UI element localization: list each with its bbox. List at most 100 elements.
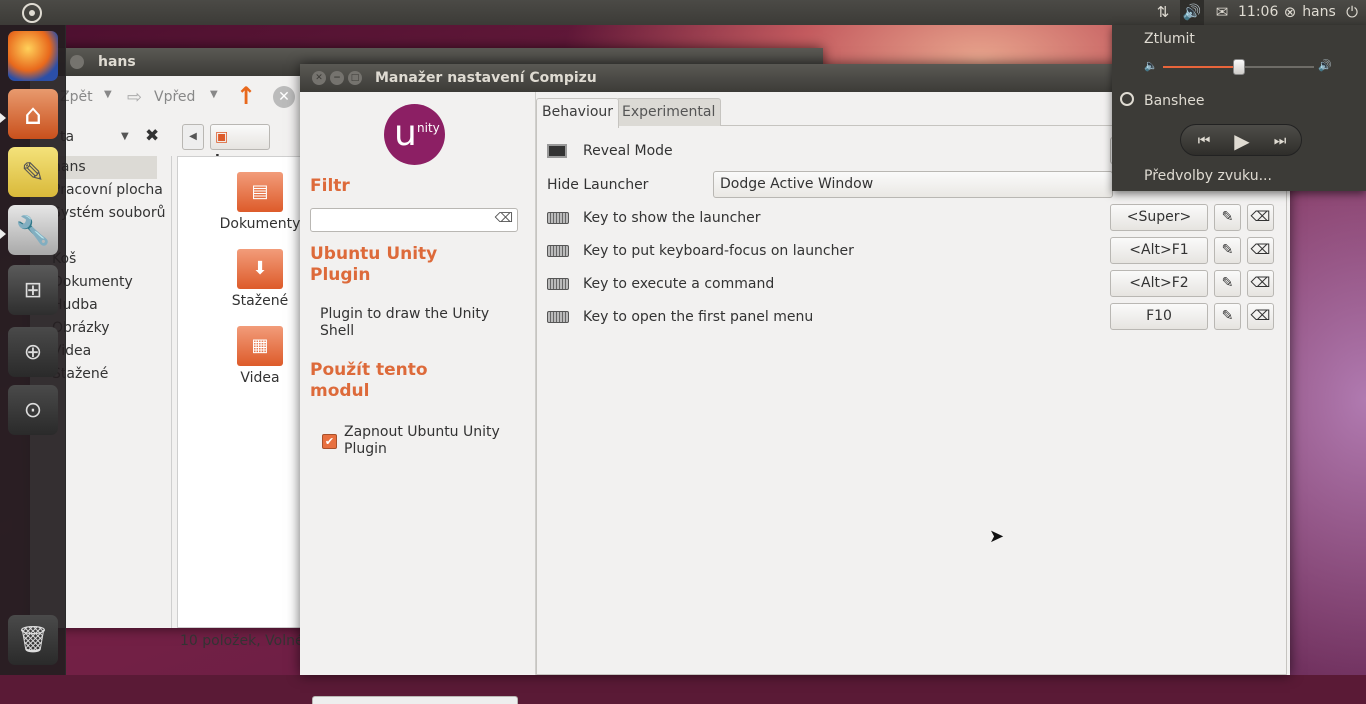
volume-slider-handle[interactable] — [1232, 59, 1245, 75]
forward-button[interactable]: Vpřed — [154, 89, 195, 105]
previous-track-icon[interactable]: ⏮ — [1187, 125, 1221, 157]
sidebar-item[interactable]: Koš — [52, 248, 157, 271]
volume-slider-fill — [1163, 66, 1239, 68]
sidebar-item[interactable]: t — [52, 225, 157, 248]
minimize-button[interactable]: − — [330, 71, 344, 85]
keyboard-focus-key-button[interactable]: <Alt>F1 — [1110, 237, 1208, 264]
tab-behaviour[interactable]: Behaviour — [536, 98, 620, 128]
edit-pencil-icon[interactable]: ✎ — [1214, 303, 1241, 330]
location-left-icon[interactable]: ◀ — [182, 124, 204, 150]
forward-dropdown-icon[interactable]: ▼ — [210, 89, 218, 100]
workspace-switcher-icon[interactable]: ⊞ — [8, 265, 58, 315]
text-editor-icon[interactable]: ✎ — [8, 147, 58, 197]
setting-label: Reveal Mode — [583, 143, 673, 159]
edit-pencil-icon[interactable]: ✎ — [1214, 204, 1241, 231]
location-button[interactable]: ▣ hans — [210, 124, 270, 169]
zoom-fit-icon[interactable]: ⊙ — [8, 385, 58, 435]
launcher: ⌂ ✎ 🔧 ⊞ ⊕ ⊙ 🗑 — [0, 25, 66, 675]
forward-arrow-icon[interactable]: ⇨ — [127, 87, 142, 108]
sidebar-item[interactable]: Pracovní plocha — [52, 179, 163, 202]
first-panel-menu-key-button[interactable]: F10 — [1110, 303, 1208, 330]
sidebar-item[interactable]: hans — [52, 156, 157, 179]
folder-downloads-icon: ⬇ — [237, 249, 283, 289]
setting-label: Key to put keyboard-focus on launcher — [583, 243, 854, 259]
setting-label: Key to execute a command — [583, 276, 775, 292]
setting-row-execute-command: Key to execute a command — [547, 269, 774, 299]
edit-pencil-icon[interactable]: ✎ — [1214, 237, 1241, 264]
settings-manager-icon[interactable]: 🔧 — [8, 205, 58, 255]
volume-slider[interactable] — [1163, 59, 1314, 75]
banshee-icon — [1120, 92, 1134, 106]
tab-experimental[interactable]: Experimental — [616, 98, 722, 126]
clear-shortcut-icon[interactable]: ⌫ — [1247, 204, 1274, 231]
network-icon[interactable]: ⇅ — [1152, 0, 1174, 25]
monitor-icon — [547, 144, 567, 158]
file-item[interactable]: ⬇ Stažené — [210, 249, 310, 309]
clear-shortcut-icon[interactable]: ⌫ — [1247, 270, 1274, 297]
running-indicator — [0, 229, 6, 239]
sidebar: hans Pracovní plocha Systém souborů t Ko… — [52, 156, 165, 628]
plugin-heading: Ubuntu Unity Plugin — [310, 244, 438, 285]
setting-row-reveal-mode: Reveal Mode — [547, 136, 673, 166]
running-indicator — [0, 113, 6, 123]
folder-documents-icon: ▤ — [237, 172, 283, 212]
close-button[interactable]: ✕ — [312, 71, 326, 85]
sidebar-item[interactable]: Dokumenty — [52, 271, 157, 294]
top-panel: ⇅ 🔊 ✉ 11:06 ⊗ hans ⏻ — [0, 0, 1366, 25]
file-item[interactable]: ▦ Videa — [210, 326, 310, 386]
stop-icon[interactable]: ✕ — [273, 86, 295, 108]
trash-icon[interactable]: 🗑 — [8, 615, 58, 665]
setting-row-first-panel-menu: Key to open the first panel menu — [547, 302, 813, 332]
status-bar: 10 položek, Volné — [180, 633, 304, 649]
home-folder-launcher-icon[interactable]: ⌂ — [8, 89, 58, 139]
sound-menu: Ztlumit 🔈 🔊 Banshee ⏮ ▶ ⏭ Předvolby zvuk… — [1112, 25, 1366, 191]
clear-filter-icon[interactable]: ⌫ — [495, 211, 513, 226]
status-offline-icon: ⊗ — [1283, 3, 1297, 21]
enable-plugin-checkbox[interactable]: ✔ — [322, 434, 337, 449]
hide-launcher-select[interactable]: Dodge Active Window — [713, 171, 1113, 198]
sound-icon[interactable]: 🔊 — [1180, 0, 1204, 25]
close-sidebar-icon[interactable]: ✖ — [145, 126, 159, 146]
setting-label: Key to show the launcher — [583, 210, 761, 226]
home-folder-icon: ▣ — [215, 129, 229, 145]
show-launcher-key-button[interactable]: <Super> — [1110, 204, 1208, 231]
file-item[interactable]: ▤ Dokumenty — [210, 172, 310, 232]
next-track-icon[interactable]: ⏭ — [1263, 125, 1297, 157]
maximize-button[interactable]: □ — [348, 71, 362, 85]
setting-label: Key to open the first panel menu — [583, 309, 814, 325]
play-icon[interactable]: ▶ — [1225, 125, 1259, 157]
places-dropdown-icon[interactable]: ▼ — [121, 131, 129, 142]
dash-home-icon[interactable] — [22, 3, 42, 23]
edit-pencil-icon[interactable]: ✎ — [1214, 270, 1241, 297]
clear-shortcut-icon[interactable]: ⌫ — [1247, 303, 1274, 330]
clock[interactable]: 11:06 — [1238, 0, 1278, 25]
user-name[interactable]: hans — [1302, 0, 1336, 25]
folder-videos-icon: ▦ — [237, 326, 283, 366]
minimize-button[interactable] — [70, 55, 84, 69]
zoom-in-icon[interactable]: ⊕ — [8, 327, 58, 377]
execute-command-key-button[interactable]: <Alt>F2 — [1110, 270, 1208, 297]
sidebar-item[interactable]: Hudba — [52, 294, 157, 317]
power-icon[interactable]: ⏻ — [1342, 0, 1362, 25]
sidebar-item[interactable]: Videa — [52, 340, 157, 363]
enable-plugin-label[interactable]: Zapnout Ubuntu Unity Plugin — [344, 424, 514, 458]
keyboard-icon — [547, 245, 569, 257]
player-name[interactable]: Banshee — [1144, 93, 1204, 109]
up-arrow-icon[interactable]: ↑ — [236, 82, 256, 110]
sidebar-item[interactable]: Stažené — [52, 363, 157, 386]
back-button-edge[interactable] — [312, 696, 518, 704]
unity-logo: u nity — [384, 104, 445, 165]
filter-input[interactable]: ⌫ — [310, 208, 518, 232]
firefox-icon[interactable] — [8, 31, 58, 81]
messaging-icon[interactable]: ✉ — [1210, 0, 1234, 25]
back-dropdown-icon[interactable]: ▼ — [104, 89, 112, 100]
sidebar-item[interactable]: Obrázky — [52, 317, 157, 340]
unity-logo-letter: u — [394, 113, 417, 154]
sound-preferences-item[interactable]: Předvolby zvuku... — [1144, 168, 1272, 184]
clear-shortcut-icon[interactable]: ⌫ — [1247, 237, 1274, 264]
setting-label: Hide Launcher — [547, 177, 649, 193]
window-title: Manažer nastavení Compizu — [375, 70, 597, 86]
mute-item[interactable]: Ztlumit — [1144, 31, 1195, 47]
filter-heading: Filtr — [310, 176, 350, 196]
sidebar-item[interactable]: Systém souborů — [52, 202, 165, 225]
